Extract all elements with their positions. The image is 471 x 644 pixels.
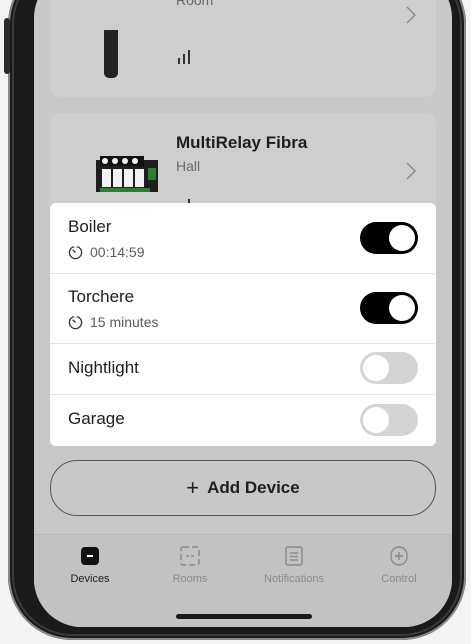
tab-label: Rooms [172, 573, 208, 585]
relay-toggle-torchere[interactable] [360, 292, 418, 324]
toggle-knob [389, 225, 415, 251]
tab-label: Devices [70, 573, 110, 585]
relay-toggle-nightlight[interactable] [360, 352, 418, 384]
plus-icon: + [186, 475, 200, 500]
add-device-label: Add Device [207, 478, 300, 497]
relay-timer: 15 minutes [68, 314, 158, 330]
device-name: MultiRelay Fibra [176, 133, 308, 152]
timer-icon [68, 314, 83, 329]
tab-rooms[interactable]: Rooms [150, 545, 230, 585]
toggle-knob [363, 407, 389, 433]
device-room: Room [176, 0, 214, 8]
notifications-icon [285, 546, 303, 566]
timer-icon [68, 244, 83, 259]
device-card[interactable]: Room [50, 0, 436, 97]
rooms-icon [180, 546, 200, 566]
tab-control[interactable]: Control [359, 545, 439, 585]
relay-row-torchere: Torchere 15 minutes [50, 273, 436, 344]
screen-content: Room MultiRelay Fibra Hall Boiler 00:14:… [34, 0, 452, 627]
tab-notifications[interactable]: Notifications [254, 545, 334, 585]
relay-row-garage: Garage [50, 394, 436, 446]
chevron-right-icon [406, 6, 416, 24]
add-device-button[interactable]: + Add Device [50, 460, 436, 516]
device-room: Hall [176, 158, 201, 174]
phone-screen: Room MultiRelay Fibra Hall Boiler 00:14:… [34, 0, 452, 627]
chevron-right-icon [406, 162, 416, 180]
relay-toggle-garage[interactable] [360, 404, 418, 436]
relay-name: Torchere [68, 287, 135, 306]
bottom-tab-bar: Devices Rooms Notifications Control [34, 534, 452, 627]
relay-name: Boiler [68, 217, 112, 236]
toggle-knob [389, 295, 415, 321]
control-icon [390, 546, 408, 566]
relay-timer: 00:14:59 [68, 244, 145, 260]
relay-name: Nightlight [68, 358, 139, 377]
tab-label: Notifications [264, 573, 324, 585]
relay-row-nightlight: Nightlight [50, 343, 436, 395]
multirelay-image [96, 156, 158, 192]
phone-side-button [4, 18, 10, 74]
signal-icon [178, 50, 190, 64]
devices-icon [81, 547, 99, 565]
tab-label: Control [381, 573, 417, 585]
relay-name: Garage [68, 409, 125, 428]
relay-row-boiler: Boiler 00:14:59 [50, 203, 436, 274]
device-image [104, 30, 118, 78]
home-indicator[interactable] [176, 614, 312, 619]
relay-toggle-boiler[interactable] [360, 222, 418, 254]
toggle-knob [363, 355, 389, 381]
relay-timer-value: 15 minutes [90, 314, 159, 330]
relay-control-panel: Boiler 00:14:59 Torchere 15 minutes Nigh… [50, 203, 436, 446]
relay-timer-value: 00:14:59 [90, 244, 145, 260]
tab-devices[interactable]: Devices [50, 545, 130, 585]
